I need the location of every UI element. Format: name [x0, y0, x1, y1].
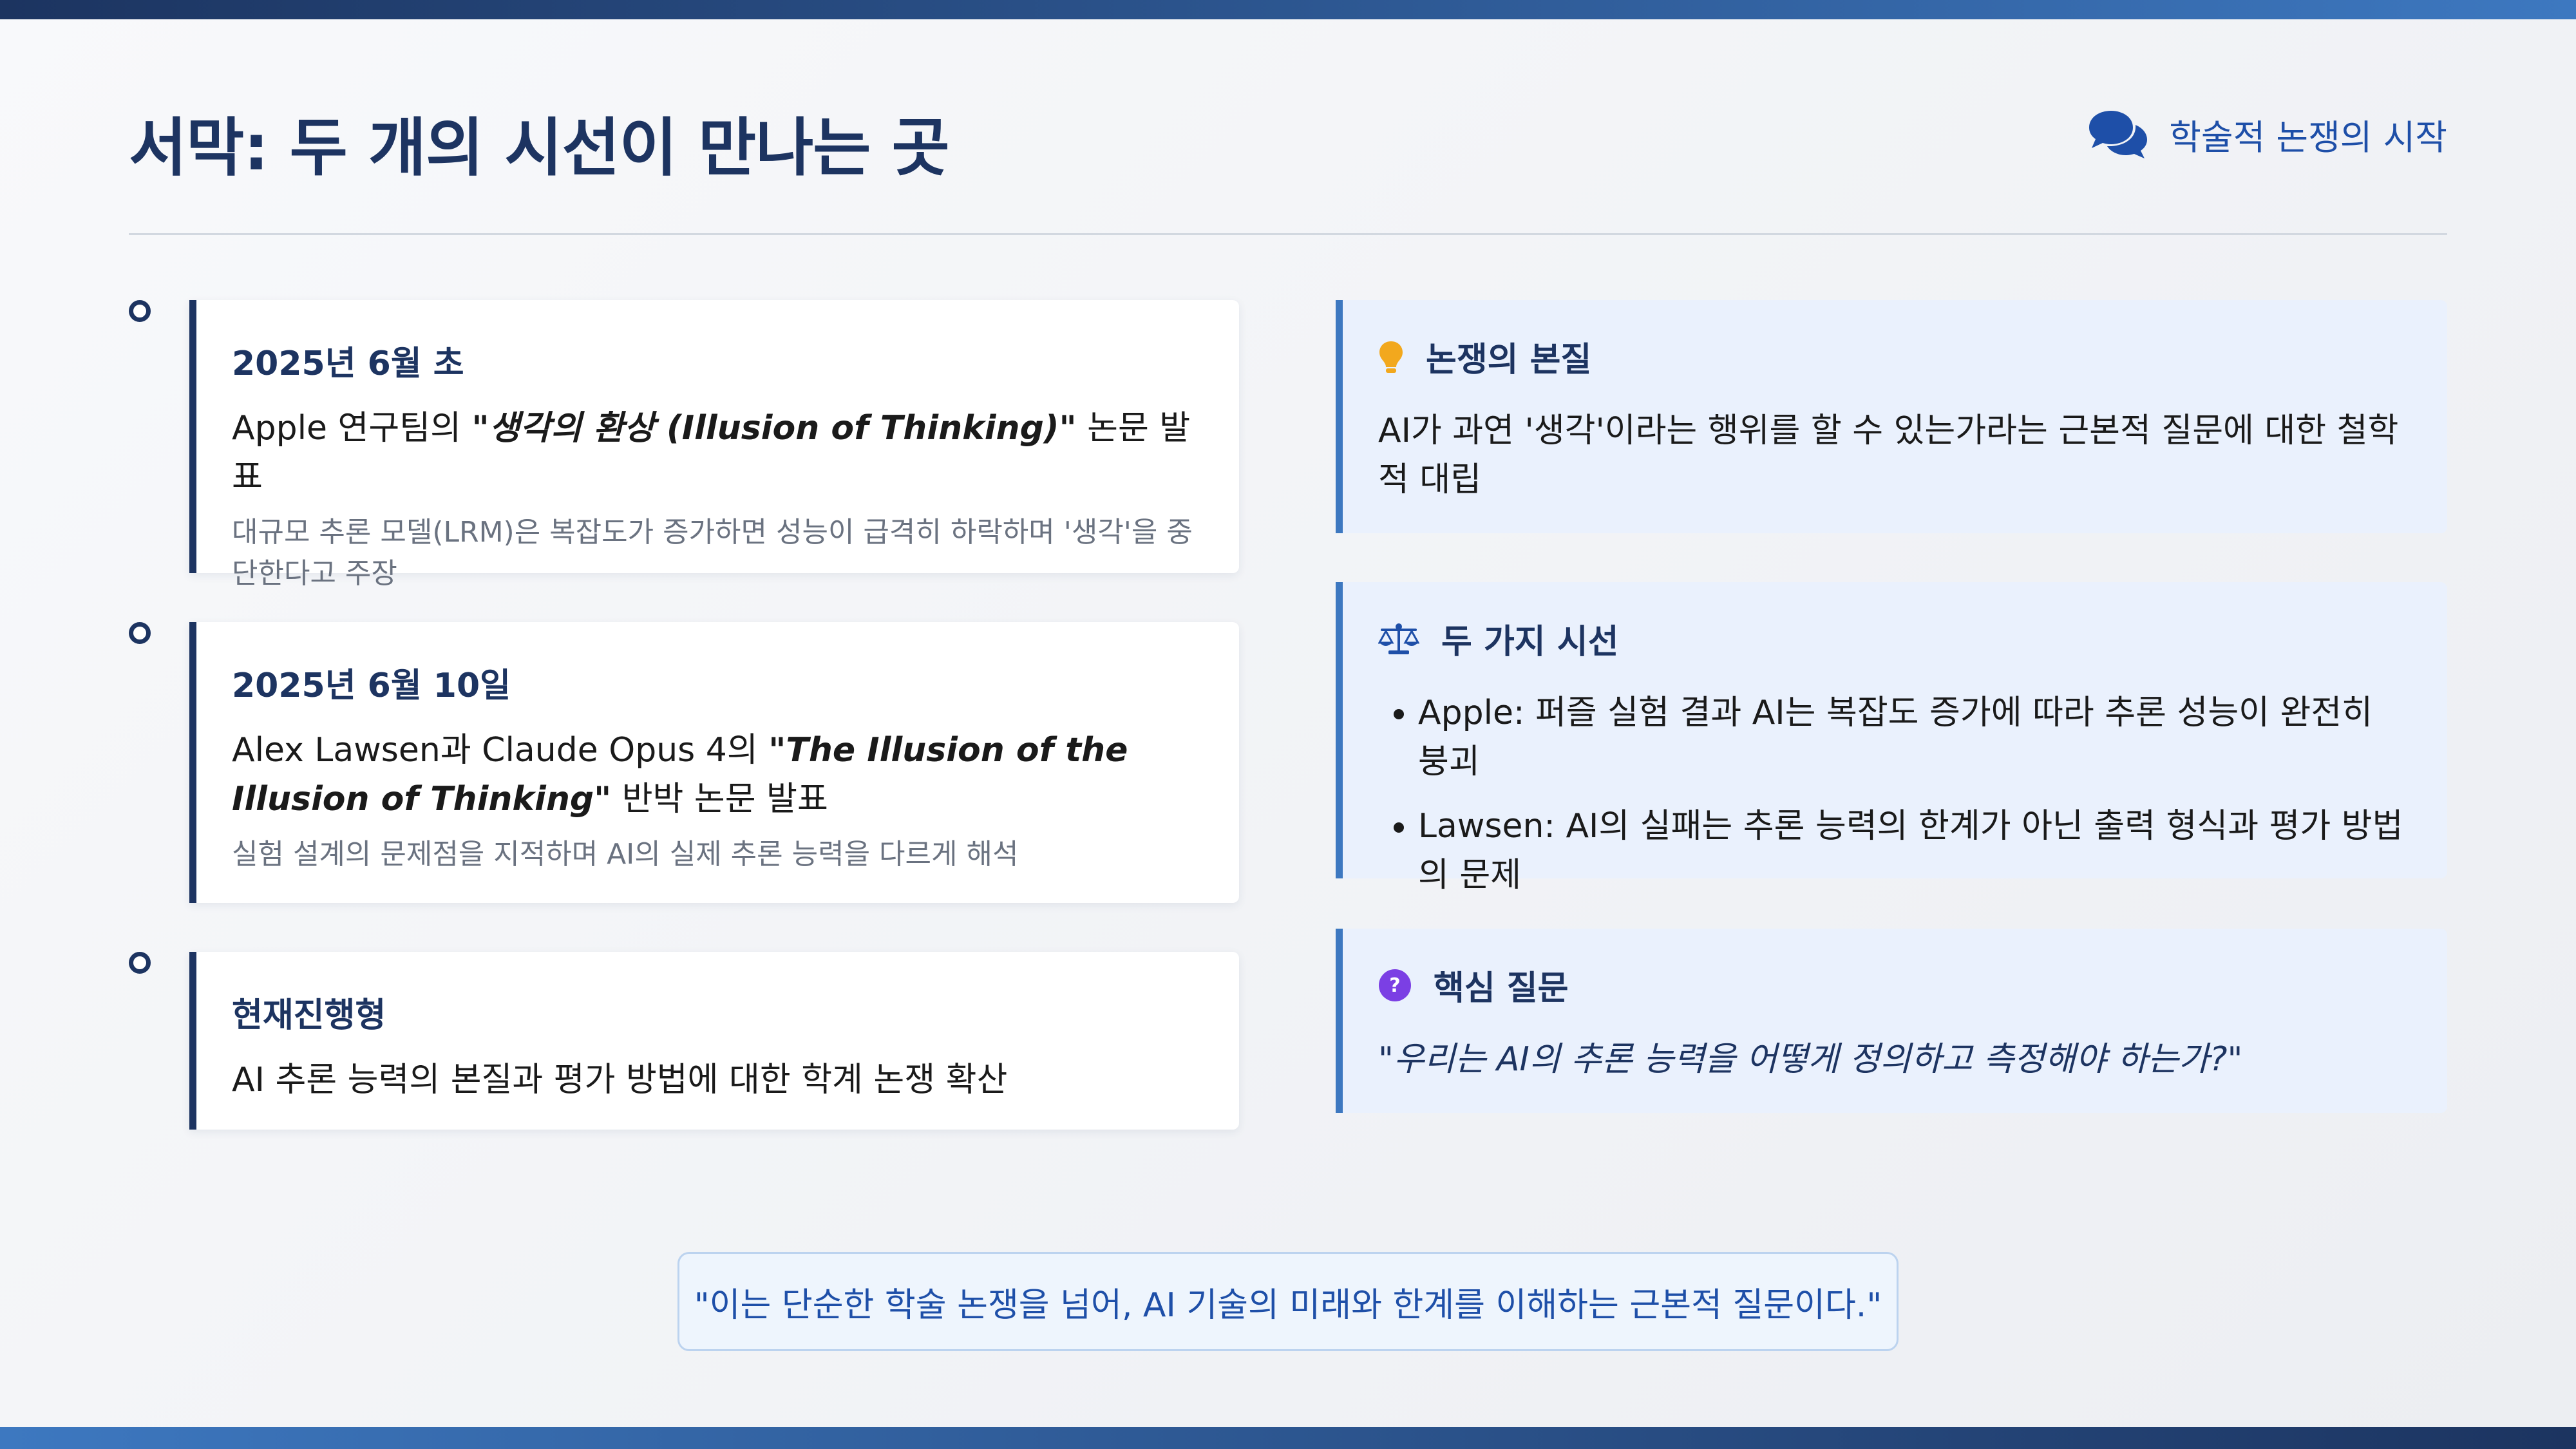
timeline-main-text: Alex Lawsen과 Claude Opus 4의 "The Illusio… [232, 726, 1208, 824]
balance-scale-icon [1378, 623, 1419, 654]
list-item: Apple: 퍼즐 실험 결과 AI는 복잡도 증가에 따라 추론 성능이 완전… [1418, 688, 2411, 786]
lightbulb-icon [1379, 341, 1403, 373]
bottom-accent-bar [0, 1427, 2576, 1449]
timeline-date: 2025년 6월 10일 [232, 667, 511, 705]
timeline-main-prefix: Alex Lawsen과 Claude Opus 4의 [232, 731, 769, 770]
timeline-marker [129, 622, 151, 644]
timeline-date: 현재진행형 [232, 996, 386, 1035]
perspectives-panel: 두 가지 시선 Apple: 퍼즐 실험 결과 AI는 복잡도 증가에 따라 추… [1336, 582, 2447, 895]
header-tag-label: 학술적 논쟁의 시작 [2169, 117, 2447, 158]
question-panel-header: ? 핵심 질문 [1378, 961, 2411, 1009]
timeline-main-prefix: Apple 연구팀의 [232, 409, 472, 448]
question-panel-title: 핵심 질문 [1434, 969, 1569, 1008]
closing-quote: "이는 단순한 학술 논쟁을 넘어, AI 기술의 미래와 한계를 이해하는 근… [677, 1252, 1899, 1351]
header-tag: 학술적 논쟁의 시작 [2084, 108, 2447, 160]
page-title: 서막: 두 개의 시선이 만나는 곳 [129, 111, 950, 185]
perspectives-panel-header: 두 가지 시선 [1378, 614, 2411, 663]
question-panel: ? 핵심 질문 "우리는 AI의 추론 능력을 어떻게 정의하고 측정해야 하는… [1336, 929, 2447, 1113]
timeline-main-text: AI 추론 능력의 본질과 평가 방법에 대한 학계 논쟁 확산 [232, 1061, 1008, 1099]
header-divider [129, 233, 2447, 235]
essence-panel-title: 논쟁의 본질 [1426, 341, 1592, 379]
top-accent-bar [0, 0, 2576, 19]
question-circle-icon: ? [1379, 969, 1411, 1001]
timeline-card: 2025년 6월 10일 Alex Lawsen과 Claude Opus 4의… [189, 622, 1239, 903]
paper-title: "생각의 환상 (Illusion of Thinking)" [471, 409, 1077, 448]
timeline-card: 2025년 6월 초 Apple 연구팀의 "생각의 환상 (Illusion … [189, 300, 1239, 590]
timeline-marker [129, 952, 151, 974]
key-question-quote: "우리는 AI의 추론 능력을 어떻게 정의하고 측정해야 하는가?" [1378, 1040, 2243, 1079]
essence-panel-header: 논쟁의 본질 [1378, 332, 2411, 381]
svg-text:?: ? [1389, 974, 1400, 997]
timeline-main-suffix: 반박 논문 발표 [611, 780, 828, 819]
perspectives-list: Apple: 퍼즐 실험 결과 AI는 복잡도 증가에 따라 추론 성능이 완전… [1378, 688, 2411, 900]
timeline-main-text: Apple 연구팀의 "생각의 환상 (Illusion of Thinking… [232, 404, 1208, 502]
timeline-card: 현재진행형 AI 추론 능력의 본질과 평가 방법에 대한 학계 논쟁 확산 [189, 952, 1239, 1130]
timeline-marker [129, 300, 151, 322]
essence-panel-text: AI가 과연 '생각'이라는 행위를 할 수 있는가라는 근본적 질문에 대한 … [1378, 412, 2399, 499]
timeline-date: 2025년 6월 초 [232, 345, 464, 383]
essence-panel: 논쟁의 본질 AI가 과연 '생각'이라는 행위를 할 수 있는가라는 근본적 … [1336, 300, 2447, 533]
perspectives-panel-title: 두 가지 시선 [1441, 623, 1619, 661]
list-item: Lawsen: AI의 실패는 추론 능력의 한계가 아닌 출력 형식과 평가 … [1418, 802, 2411, 900]
timeline-detail: 실험 설계의 문제점을 지적하며 AI의 실제 추론 능력을 다르게 해석 [232, 838, 1019, 871]
timeline-detail: 대규모 추론 모델(LRM)은 복잡도가 증가하면 성능이 급격히 하락하며 '… [232, 516, 1193, 590]
comments-icon [2089, 111, 2148, 158]
